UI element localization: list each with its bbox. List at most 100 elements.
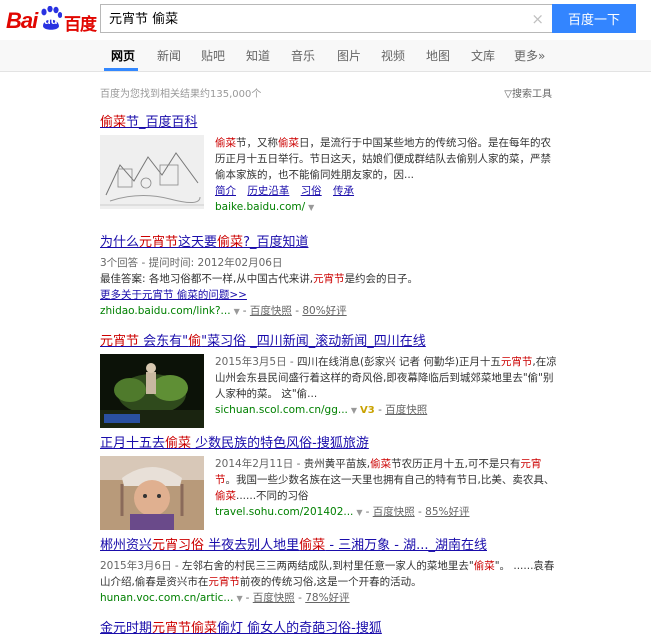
result-url: hunan.voc.com.cn/artic... (100, 592, 234, 604)
tab-web[interactable]: 网页 (111, 47, 135, 64)
text-segment: 偷灯 偷女人的奇葩习俗-搜狐 (217, 621, 382, 636)
result-abstract: 2015年3月6日 - 左邻右舍的村民三三两两结成队,到村里任意一家人的菜地里去… (100, 558, 560, 590)
search-result: 金元时期元宵节偷菜偷灯 偷女人的奇葩习俗-搜狐 (100, 617, 560, 636)
snapshot-link[interactable]: 百度快照 (250, 305, 292, 317)
text-segment: 金元时期 (100, 621, 153, 636)
text-segment: 节_百度百科 (126, 115, 198, 130)
highlight-keyword: 偷菜 (473, 560, 495, 572)
tab-music[interactable]: 音乐 (291, 47, 315, 64)
url-dropdown-icon[interactable]: ▼ (308, 203, 314, 212)
v3-badge[interactable]: V3 (360, 405, 375, 416)
tab-map[interactable]: 地图 (426, 47, 450, 64)
highlight-keyword: 偷菜 (278, 137, 299, 149)
result-title[interactable]: 偷菜节_百度百科 (100, 111, 560, 130)
rating-link[interactable]: 80%好评 (302, 305, 346, 317)
text-segment: 为什么 (100, 235, 140, 250)
sketch-thumbnail[interactable] (100, 135, 204, 209)
result-text: 偷菜节，又称偷菜日，是流行于中国某些地方的传统习俗。是在每年的农历正月十五日举行… (215, 135, 560, 216)
search-result: 元宵节 会东有"偷"菜习俗 _四川新闻_滚动新闻_四川在线 2015年3月5日 … (100, 330, 560, 428)
sub-link-heritage[interactable]: 传承 (333, 185, 354, 197)
logo-cn: 百度 (64, 15, 97, 35)
result-url-row: zhidao.baidu.com/link?... ▼ - 百度快照 - 80%好评 (100, 305, 347, 317)
highlight-keyword: 偷菜 (370, 458, 392, 470)
result-body: 2014年2月11日 - 贵州黄平苗族,偷菜节农历正月十五,可不是只有元宵节。我… (100, 456, 560, 530)
best-answer: 最佳答案: 各地习俗都不一样,从中国古代来讲,元宵节是约会的日子。 (100, 271, 560, 287)
snapshot-link[interactable]: 百度快照 (385, 404, 427, 416)
highlight-keyword: 元宵节 (500, 356, 533, 368)
tab-zhidao[interactable]: 知道 (246, 47, 270, 64)
result-body: 偷菜节，又称偷菜日，是流行于中国某些地方的传统习俗。是在每年的农历正月十五日举行… (100, 135, 560, 216)
search-tools-button[interactable]: ▽搜索工具 (504, 85, 552, 100)
result-url: sichuan.scol.com.cn/gg... (215, 404, 348, 416)
result-text: 2015年3月5日 - 四川在线消息(彭家兴 记者 何勤华)正月十五元宵节,在凉… (215, 354, 560, 419)
result-date: 2015年3月5日 - (215, 356, 298, 368)
logo-du: du (44, 15, 58, 27)
result-title[interactable]: 为什么元宵节这天要偷菜?_百度知道 (100, 231, 560, 250)
funnel-icon: ▽ (504, 89, 512, 100)
snapshot-link[interactable]: 百度快照 (373, 506, 415, 518)
highlight-keyword: 偷菜 (215, 137, 236, 149)
result-count: 百度为您找到相关结果约135,000个 (100, 89, 262, 100)
result-date: 2014年2月11日 - (215, 458, 304, 470)
text-segment: 。我国一些少数名族在这一天里也拥有自己的特有节日,比美、卖农具、 (225, 474, 555, 486)
result-body: 2015年3月5日 - 四川在线消息(彭家兴 记者 何勤华)正月十五元宵节,在凉… (100, 354, 560, 428)
text-segment: 半夜去别人地里 (204, 538, 300, 553)
night-scene-thumbnail[interactable] (100, 354, 204, 428)
result-title[interactable]: 金元时期元宵节偷菜偷灯 偷女人的奇葩习俗-搜狐 (100, 617, 560, 636)
text-segment: 郴州资兴 (100, 538, 153, 553)
text-segment: 正月十五去 (100, 436, 166, 451)
text-segment: 少数民族的特色风俗-搜狐旅游 (191, 436, 369, 451)
rating-link[interactable]: 78%好评 (305, 592, 349, 604)
search-box: × (100, 4, 552, 33)
search-input[interactable] (109, 10, 519, 25)
answer-meta: 3个回答 - 提问时间: 2012年02月06日 (100, 257, 283, 269)
highlight-keyword: 偷菜 (215, 490, 236, 502)
result-url-row: sichuan.scol.com.cn/gg... ▼ V3 - 百度快照 (215, 404, 428, 416)
result-abstract: 2014年2月11日 - 贵州黄平苗族,偷菜节农历正月十五,可不是只有元宵节。我… (215, 456, 560, 504)
highlight-keyword: 元宵节 (100, 334, 140, 349)
result-url: zhidao.baidu.com/link?... (100, 305, 231, 317)
url-dropdown-icon[interactable]: ▼ (356, 508, 362, 517)
tab-images[interactable]: 图片 (337, 47, 361, 64)
result-title[interactable]: 正月十五去偷菜 少数民族的特色风俗-搜狐旅游 (100, 432, 560, 451)
sub-links: 简介 历史沿革 习俗 传承 (215, 183, 560, 199)
search-button[interactable]: 百度一下 (552, 4, 636, 33)
search-result: 正月十五去偷菜 少数民族的特色风俗-搜狐旅游 2014年2月11日 - 贵州黄平… (100, 432, 560, 530)
tab-video[interactable]: 视频 (381, 47, 405, 64)
snapshot-link[interactable]: 百度快照 (253, 592, 295, 604)
highlight-keyword: 元宵节 (139, 235, 179, 250)
search-tools-label: 搜索工具 (512, 89, 552, 100)
url-dropdown-icon[interactable]: ▼ (236, 594, 242, 603)
tab-tieba[interactable]: 贴吧 (201, 47, 225, 64)
highlight-keyword: 元宵节 (313, 273, 345, 285)
url-dropdown-icon[interactable]: ▼ (351, 406, 357, 415)
rating-link[interactable]: 85%好评 (425, 506, 469, 518)
result-body: 3个回答 - 提问时间: 2012年02月06日 最佳答案: 各地习俗都不一样,… (100, 255, 560, 320)
result-url-row: hunan.voc.com.cn/artic... ▼ - 百度快照 - 78%好评 (100, 592, 350, 604)
child-photo-thumbnail[interactable] (100, 456, 204, 530)
url-dropdown-icon[interactable]: ▼ (234, 307, 240, 316)
result-url: baike.baidu.com/ (215, 201, 306, 213)
result-abstract: 2015年3月5日 - 四川在线消息(彭家兴 记者 何勤华)正月十五元宵节,在凉… (215, 354, 560, 402)
result-date: 2015年3月6日 - (100, 560, 183, 572)
tab-more[interactable]: 更多» (514, 47, 545, 64)
clear-icon[interactable]: × (531, 10, 544, 28)
text-segment: 左邻右舍的村民三三两两结成队,到村里任意一家人的菜地里去" (182, 560, 474, 572)
text-segment: - 三湘万象 - 湖..._湖南在线 (325, 538, 487, 553)
text-segment: ......不同的习俗 (236, 490, 309, 502)
more-questions-link[interactable]: 更多关于元宵节 偷菜的问题>> (100, 287, 560, 303)
text-segment: 贵州黄平苗族, (303, 458, 371, 470)
highlight-keyword: 偷菜 (100, 115, 127, 130)
tab-news[interactable]: 新闻 (157, 47, 181, 64)
text-segment: 四川在线消息(彭家兴 记者 何勤华)正月十五 (297, 356, 501, 368)
baidu-logo[interactable]: Bai du 百度 (6, 6, 97, 35)
highlight-keyword: 元宵节偷菜 (152, 621, 218, 636)
sub-link-intro[interactable]: 简介 (215, 185, 236, 197)
sub-link-history[interactable]: 历史沿革 (247, 185, 289, 197)
result-title[interactable]: 元宵节 会东有"偷"菜习俗 _四川新闻_滚动新闻_四川在线 (100, 330, 560, 349)
result-title[interactable]: 郴州资兴元宵习俗 半夜去别人地里偷菜 - 三湘万象 - 湖..._湖南在线 (100, 534, 560, 553)
result-url: travel.sohu.com/201402... (215, 506, 354, 518)
highlight-keyword: 偷菜 (217, 235, 244, 250)
tab-wenku[interactable]: 文库 (471, 47, 495, 64)
sub-link-custom[interactable]: 习俗 (301, 185, 322, 197)
